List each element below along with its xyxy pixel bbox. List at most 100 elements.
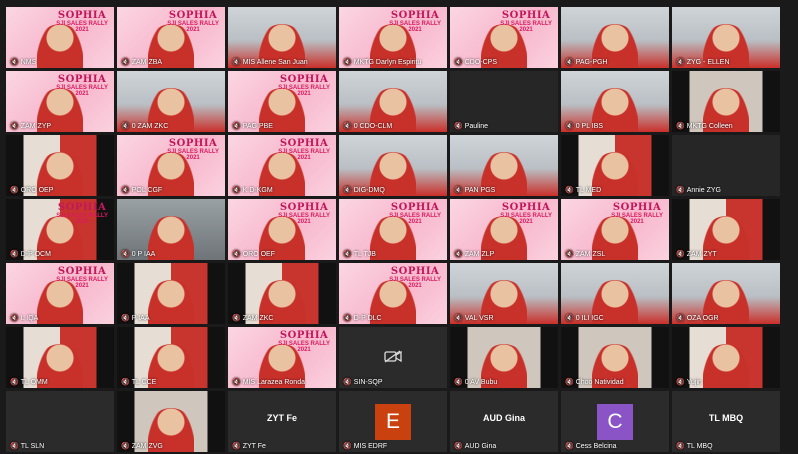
participant-name: SIN-SQP xyxy=(353,379,383,386)
participant-name: D-P DLC xyxy=(353,315,382,322)
participant-name-label: 🔇 Pauline xyxy=(452,122,490,131)
banner-text: 2021 xyxy=(408,27,422,33)
muted-mic-icon: 🔇 xyxy=(343,379,352,386)
muted-mic-icon: 🔇 xyxy=(454,315,463,322)
sales-rally-banner: SOPHIA SJI SALES RALLY 2021 xyxy=(278,330,330,353)
banner-text: 2021 xyxy=(75,219,89,225)
participant-name: TL MBQ xyxy=(686,443,713,450)
participant-tile[interactable]: 🔇 TL SLN xyxy=(6,391,114,452)
participant-name: NMS xyxy=(20,59,37,66)
participant-tile[interactable]: ZYT Fe 🔇 ZYT Fe xyxy=(228,391,336,452)
participant-tile[interactable]: 🔇 Pauline xyxy=(450,71,558,132)
participant-tile[interactable]: SOPHIA SJI SALES RALLY 2021 🔇 TL TJB xyxy=(339,199,447,260)
participant-tile[interactable]: 🔇 ORO OEP xyxy=(6,135,114,196)
muted-mic-icon: 🔇 xyxy=(565,187,574,194)
participant-tile[interactable]: SOPHIA SJI SALES RALLY 2021 🔇 K D-KGM xyxy=(228,135,336,196)
participant-tile[interactable]: 🔇 TL MED xyxy=(561,135,669,196)
participant-tile[interactable]: SOPHIA SJI SALES RALLY 2021 🔇 ZAM ZBA xyxy=(117,7,225,68)
participant-name: AUD Gina xyxy=(464,443,497,450)
banner-text: SOPHIA xyxy=(612,202,662,213)
muted-mic-icon: 🔇 xyxy=(565,59,574,66)
banner-text: 2021 xyxy=(408,219,422,225)
participant-tile[interactable]: 🔇 ZYG - ELLEN xyxy=(672,7,780,68)
participant-display-name: AUD Gina xyxy=(482,413,525,423)
participant-tile[interactable]: 🔇 DIG-DMQ xyxy=(339,135,447,196)
participant-tile[interactable]: 🔇 PAG-PGH xyxy=(561,7,669,68)
participant-name-label: 🔇 MIS Allene San Juan xyxy=(230,58,310,67)
banner-text: 2021 xyxy=(75,27,89,33)
participant-tile[interactable]: SOPHIA SJI SALES RALLY 2021 🔇 NMS xyxy=(6,7,114,68)
participant-tile[interactable]: AUD Gina 🔇 AUD Gina xyxy=(450,391,558,452)
participant-tile[interactable]: 🔇 0 PL IBS xyxy=(561,71,669,132)
participant-tile[interactable]: SOPHIA SJI SALES RALLY 2021 🔇 L IQA xyxy=(6,263,114,324)
muted-mic-icon: 🔇 xyxy=(565,443,574,450)
participant-tile[interactable]: 🔇 0 CDO-CLM xyxy=(339,71,447,132)
participant-tile[interactable]: SOPHIA SJI SALES RALLY 2021 🔇 ZAM ZYP xyxy=(6,71,114,132)
participant-name: D-P OCM xyxy=(20,251,51,258)
participant-tile[interactable]: 🔇 PAN PGS xyxy=(450,135,558,196)
participant-tile[interactable]: SOPHIA SJI SALES RALLY 2021 🔇 CDO-CPS xyxy=(450,7,558,68)
participant-tile[interactable]: 🔇 0 P IAA xyxy=(117,199,225,260)
banner-text: 2021 xyxy=(75,283,89,289)
participant-tile[interactable]: SOPHIA SJI SALES RALLY 2021 🔇 ZAM ZSL xyxy=(561,199,669,260)
participant-name: TL CCE xyxy=(131,379,157,386)
muted-mic-icon: 🔇 xyxy=(676,379,685,386)
participant-name-label: 🔇 OZA OGR xyxy=(674,314,721,323)
participant-name: PAG PBE xyxy=(242,123,273,130)
participant-tile[interactable]: SOPHIA SJI SALES RALLY 2021 🔇 POL CGF xyxy=(117,135,225,196)
muted-mic-icon: 🔇 xyxy=(121,59,130,66)
participant-name-label: 🔇 MKTG Darlyn Espiritu xyxy=(341,58,423,67)
participant-tile[interactable]: 🔇 0 AV Bubu xyxy=(450,327,558,388)
participant-tile[interactable]: 🔇 OZA OGR xyxy=(672,263,780,324)
participant-tile[interactable]: SOPHIA SJI SALES RALLY 2021 🔇 ZAM ZLP xyxy=(450,199,558,260)
banner-text: SOPHIA xyxy=(57,266,107,277)
participant-name-label: 🔇 ORO OEP xyxy=(8,186,55,195)
participant-name: 0 AV Bubu xyxy=(464,379,498,386)
banner-text: SOPHIA xyxy=(279,74,329,85)
sales-rally-banner: SOPHIA SJI SALES RALLY 2021 xyxy=(389,202,441,225)
muted-mic-icon: 🔇 xyxy=(565,379,574,386)
participant-tile[interactable]: TL MBQ 🔇 TL MBQ xyxy=(672,391,780,452)
participant-tile[interactable]: 🔇 TL CCE xyxy=(117,327,225,388)
participant-tile[interactable]: SOPHIA SJI SALES RALLY 2021 🔇 MKTG Darlyn Es… xyxy=(339,7,447,68)
participant-name-label: 🔇 ZAM ZKC xyxy=(230,314,275,323)
participant-name: POL CGF xyxy=(131,187,163,194)
participant-tile[interactable]: 🔇 Annie ZYG xyxy=(672,135,780,196)
muted-mic-icon: 🔇 xyxy=(232,123,241,130)
participant-tile[interactable]: 🔇 ZAM ZVG xyxy=(117,391,225,452)
participant-tile[interactable]: 🔇 P IAA xyxy=(117,263,225,324)
sales-rally-banner: SOPHIA SJI SALES RALLY 2021 xyxy=(56,266,108,289)
muted-mic-icon: 🔇 xyxy=(10,379,19,386)
participant-tile[interactable]: 🔇 MKTG Colleen xyxy=(672,71,780,132)
participant-tile[interactable]: E 🔇 MIS EDRF xyxy=(339,391,447,452)
participant-tile[interactable]: 🔇 SIN-SQP xyxy=(339,327,447,388)
participant-tile[interactable]: SOPHIA SJI SALES RALLY 2021 🔇 PAG PBE xyxy=(228,71,336,132)
participant-name: ZAM ZYP xyxy=(20,123,52,130)
banner-text: 2021 xyxy=(519,27,533,33)
participant-tile[interactable]: SOPHIA SJI SALES RALLY 2021 🔇 MIS Larazea Ro… xyxy=(228,327,336,388)
participant-tile[interactable]: 🔇 ZAM ZKC xyxy=(228,263,336,324)
participant-tile[interactable]: 🔇 Yujin xyxy=(672,327,780,388)
sales-rally-banner: SOPHIA SJI SALES RALLY 2021 xyxy=(278,74,330,97)
participant-tile[interactable]: 🔇 0 ZAM ZKC xyxy=(117,71,225,132)
participant-tile[interactable]: SOPHIA SJI SALES RALLY 2021 🔇 D-P DLC xyxy=(339,263,447,324)
participant-name-label: 🔇 ZAM ZVG xyxy=(119,442,165,451)
participant-tile[interactable]: SOPHIA SJI SALES RALLY 2021 🔇 ORO OEF xyxy=(228,199,336,260)
banner-text: 2021 xyxy=(75,91,89,97)
participant-name-label: 🔇 PAG-PGH xyxy=(563,58,609,67)
muted-mic-icon: 🔇 xyxy=(10,443,19,450)
participant-tile[interactable]: 🔇 Choo Natividad xyxy=(561,327,669,388)
muted-mic-icon: 🔇 xyxy=(454,59,463,66)
participant-name: ZAM ZYT xyxy=(686,251,717,258)
participant-tile[interactable]: SOPHIA SJI SALES RALLY 2021 🔇 D-P OCM xyxy=(6,199,114,260)
video-grid: SOPHIA SJI SALES RALLY 2021 🔇 NMS SOPHIA SJI S… xyxy=(6,7,783,452)
participant-tile[interactable]: 🔇 MIS Allene San Juan xyxy=(228,7,336,68)
participant-tile[interactable]: 🔇 ZAM ZYT xyxy=(672,199,780,260)
participant-tile[interactable]: 🔇 VAL VSR xyxy=(450,263,558,324)
sales-rally-banner: SOPHIA SJI SALES RALLY 2021 xyxy=(500,10,552,33)
participant-tile[interactable]: C 🔇 Cess Belcina xyxy=(561,391,669,452)
participant-tile[interactable]: 🔇 0 ILI IGC xyxy=(561,263,669,324)
participant-tile[interactable]: 🔇 TL OMM xyxy=(6,327,114,388)
participant-name-label: 🔇 TL SLN xyxy=(8,442,46,451)
participant-name-label: 🔇 PAN PGS xyxy=(452,186,497,195)
